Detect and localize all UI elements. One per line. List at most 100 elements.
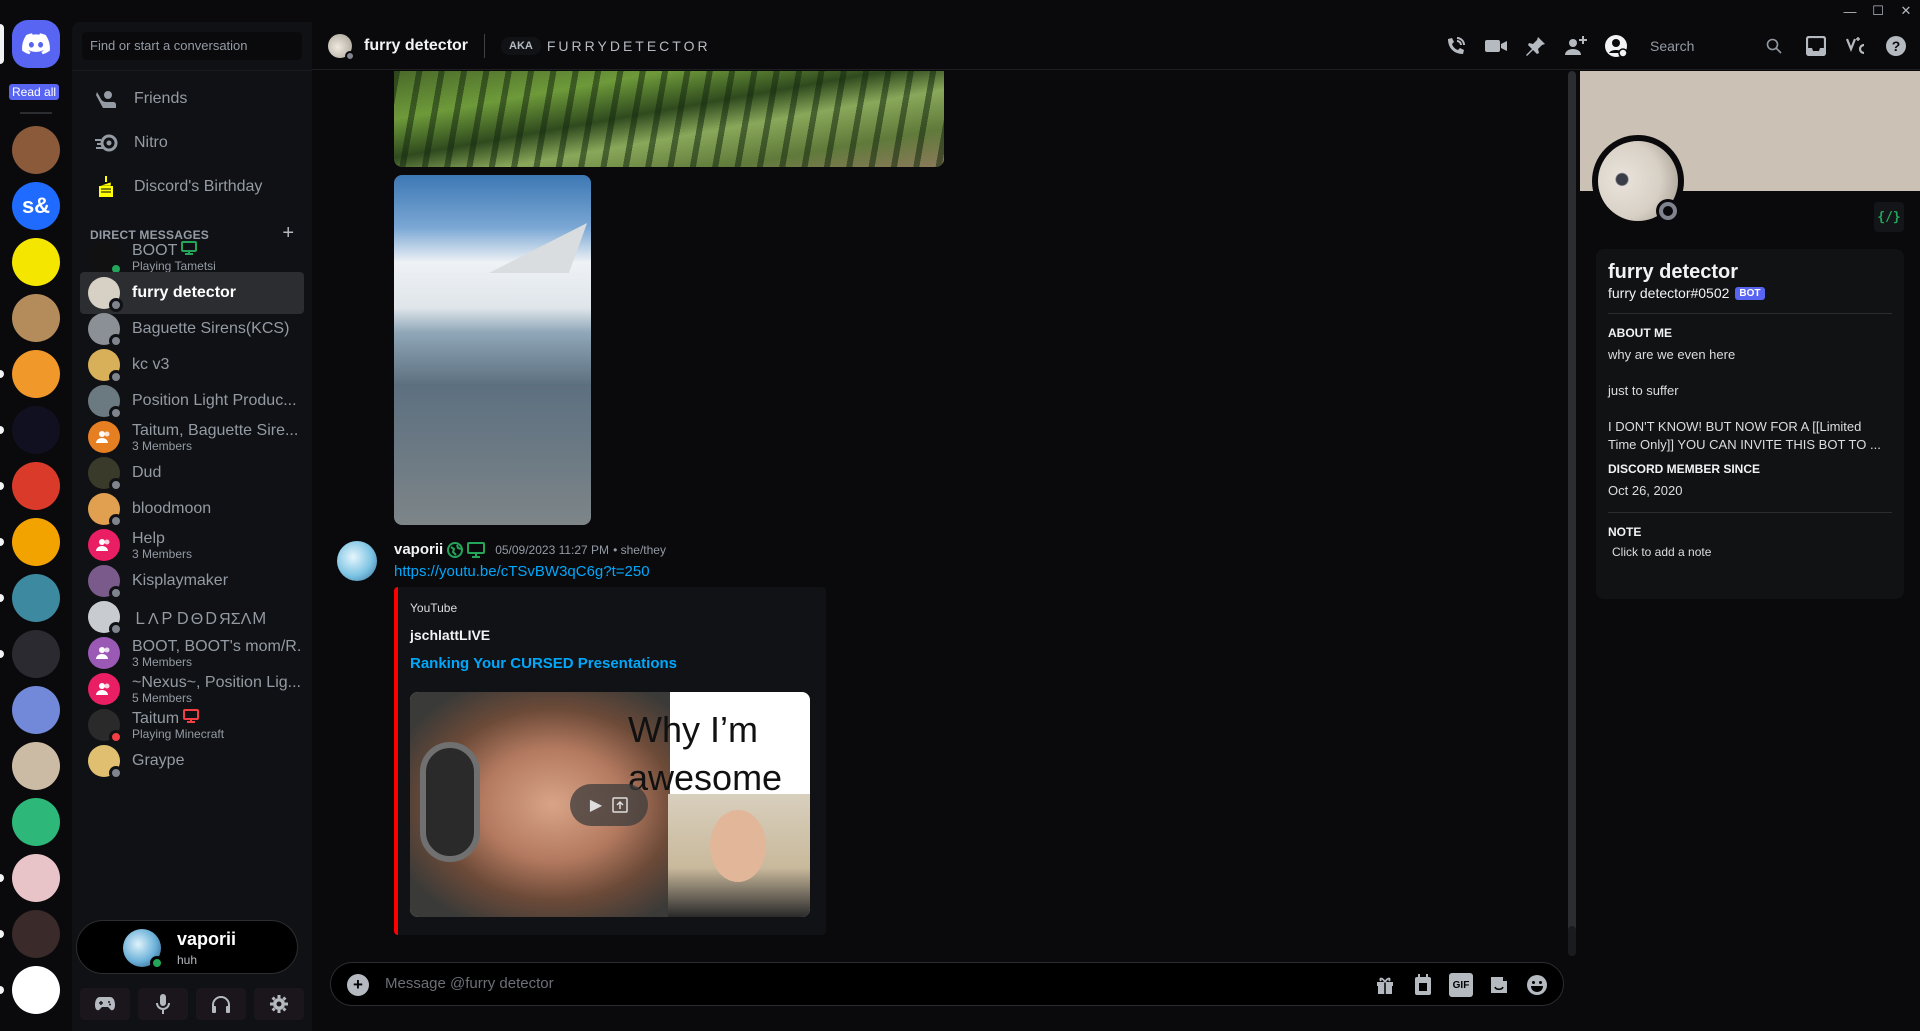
server-green-logo[interactable] — [12, 798, 60, 846]
group-dm-avatar — [88, 421, 120, 453]
play-icon[interactable]: ▶ — [590, 795, 602, 815]
embed-title-link[interactable]: Ranking Your CURSED Presentations — [410, 655, 677, 672]
server-python[interactable] — [12, 686, 60, 734]
user-avatar[interactable] — [123, 929, 164, 970]
server-s-and[interactable]: s& — [12, 182, 60, 230]
dm-text: ＬΛＰＤΘＤЯΣΛＭ — [132, 605, 267, 629]
pinned-messages-button[interactable] — [1524, 34, 1548, 58]
author-name[interactable]: vaporii — [394, 541, 443, 558]
dm-avatar — [88, 241, 123, 276]
globe-icon — [447, 541, 464, 558]
server-anime[interactable] — [12, 854, 60, 902]
header-toolbar: Search ? — [1444, 22, 1908, 70]
about-line: I DON'T KNOW! BUT NOW FOR A [[Limited Ti… — [1608, 419, 1881, 452]
image-attachment-airplane-view[interactable] — [394, 175, 591, 525]
dm-name-text: Kisplaymaker — [132, 572, 229, 589]
message-list: vaporii 05/09/2023 11:27 PM • she/they h… — [312, 71, 1572, 956]
mute-button[interactable] — [138, 988, 188, 1020]
embed-author[interactable]: jschlattLIVE — [410, 627, 490, 643]
nav-label: Nitro — [134, 134, 168, 151]
minimize-button[interactable]: — — [1836, 0, 1864, 22]
find-conversation-input[interactable]: Find or start a conversation — [82, 32, 302, 60]
dm-avatar — [88, 313, 123, 348]
dm-name: Kisplaymaker — [132, 572, 228, 590]
search-placeholder: Search — [1650, 38, 1695, 54]
user-panel[interactable]: vaporii huh — [76, 920, 298, 974]
author-avatar[interactable] — [337, 541, 377, 581]
inbox-button[interactable] — [1804, 34, 1828, 58]
server-uno[interactable] — [12, 462, 60, 510]
upload-button[interactable]: + — [347, 974, 369, 996]
dm-text: kc v3 — [132, 356, 169, 374]
server-face[interactable] — [12, 126, 60, 174]
server-yellow-block[interactable] — [12, 238, 60, 286]
unread-indicator — [0, 930, 4, 938]
video-camera-icon — [1485, 40, 1507, 52]
group-icon — [96, 431, 110, 443]
message-input[interactable]: Message @furry detector — [385, 975, 554, 992]
dm-text: Graype — [132, 752, 184, 770]
server-fire[interactable] — [12, 518, 60, 566]
group-icon — [96, 539, 110, 551]
open-external-icon[interactable] — [612, 797, 628, 813]
wing-shape — [468, 223, 588, 273]
message-scrollbar[interactable] — [1568, 71, 1576, 956]
sticker-button[interactable] — [1487, 973, 1511, 997]
nav-friends[interactable]: Friends — [80, 79, 304, 119]
username: vaporii — [177, 929, 237, 949]
nav-nitro[interactable]: Nitro — [80, 123, 304, 163]
discord-app: — ☐ ✕ Read all s& Find or start a conver… — [0, 0, 1920, 1031]
scrollbar-thumb[interactable] — [1568, 926, 1576, 956]
server-monitor[interactable] — [12, 910, 60, 958]
voice-call-button[interactable] — [1444, 34, 1468, 58]
dm-text: Kisplaymaker — [132, 572, 228, 590]
server-fruit[interactable] — [12, 294, 60, 342]
user-profile-toggle[interactable] — [1604, 34, 1628, 58]
header-avatar[interactable] — [328, 33, 355, 61]
dm-name-text: kc v3 — [132, 356, 170, 373]
emoji-icon — [1527, 975, 1547, 995]
search-input[interactable]: Search — [1644, 32, 1788, 60]
channel-title: furry detector — [364, 36, 469, 54]
close-button[interactable]: ✕ — [1892, 0, 1920, 22]
gif-button[interactable]: GIF — [1449, 973, 1473, 997]
message-link[interactable]: https://youtu.be/cTSvBW3qC6g?t=250 — [394, 563, 650, 580]
note-input[interactable]: Click to add a note — [1612, 545, 1892, 559]
unread-indicator — [0, 482, 4, 490]
read-all-button[interactable]: Read all — [9, 84, 60, 100]
activities-button[interactable] — [80, 988, 130, 1020]
nav-discord-birthday[interactable]: Discord's Birthday — [80, 167, 304, 207]
vencord-button[interactable] — [1844, 34, 1868, 58]
home-button[interactable] — [12, 20, 60, 68]
image-attachment-mountain[interactable] — [394, 71, 944, 167]
unread-indicator — [0, 650, 4, 658]
deafen-button[interactable] — [196, 988, 246, 1020]
video-play-controls: ▶ — [570, 784, 648, 826]
server-rail: Read all s& — [0, 0, 72, 1031]
dm-sidebar: Find or start a conversation Friends Nit… — [72, 22, 312, 1031]
help-button[interactable]: ? — [1884, 34, 1908, 58]
status-offline-icon — [345, 50, 355, 61]
gift-button[interactable] — [1373, 973, 1397, 997]
aka-badge: AKA — [501, 36, 541, 55]
active-developer-badge[interactable]: {/} — [1874, 202, 1904, 232]
embed-provider: YouTube — [410, 601, 458, 615]
server-keycap[interactable] — [12, 742, 60, 790]
server-code-bubble[interactable] — [12, 966, 60, 1014]
server-rainbow-sphere[interactable] — [12, 630, 60, 678]
add-friends-to-dm-button[interactable] — [1564, 34, 1588, 58]
server-blue-block[interactable] — [12, 406, 60, 454]
maximize-button[interactable]: ☐ — [1864, 0, 1892, 22]
video-call-button[interactable] — [1484, 34, 1508, 58]
gift-icon — [1377, 977, 1393, 994]
server-teal-creature[interactable] — [12, 574, 60, 622]
apps-button[interactable] — [1411, 973, 1435, 997]
emoji-button[interactable] — [1525, 973, 1549, 997]
profile-avatar[interactable] — [1592, 135, 1684, 227]
dm-item[interactable]: Graype — [80, 740, 304, 782]
calendar-app-icon — [1415, 974, 1431, 995]
video-thumbnail[interactable]: Why I’m awesome ▶ — [410, 692, 810, 917]
settings-button[interactable] — [254, 988, 304, 1020]
server-orange-creature[interactable] — [12, 350, 60, 398]
bot-badge: BOT — [1735, 286, 1765, 300]
